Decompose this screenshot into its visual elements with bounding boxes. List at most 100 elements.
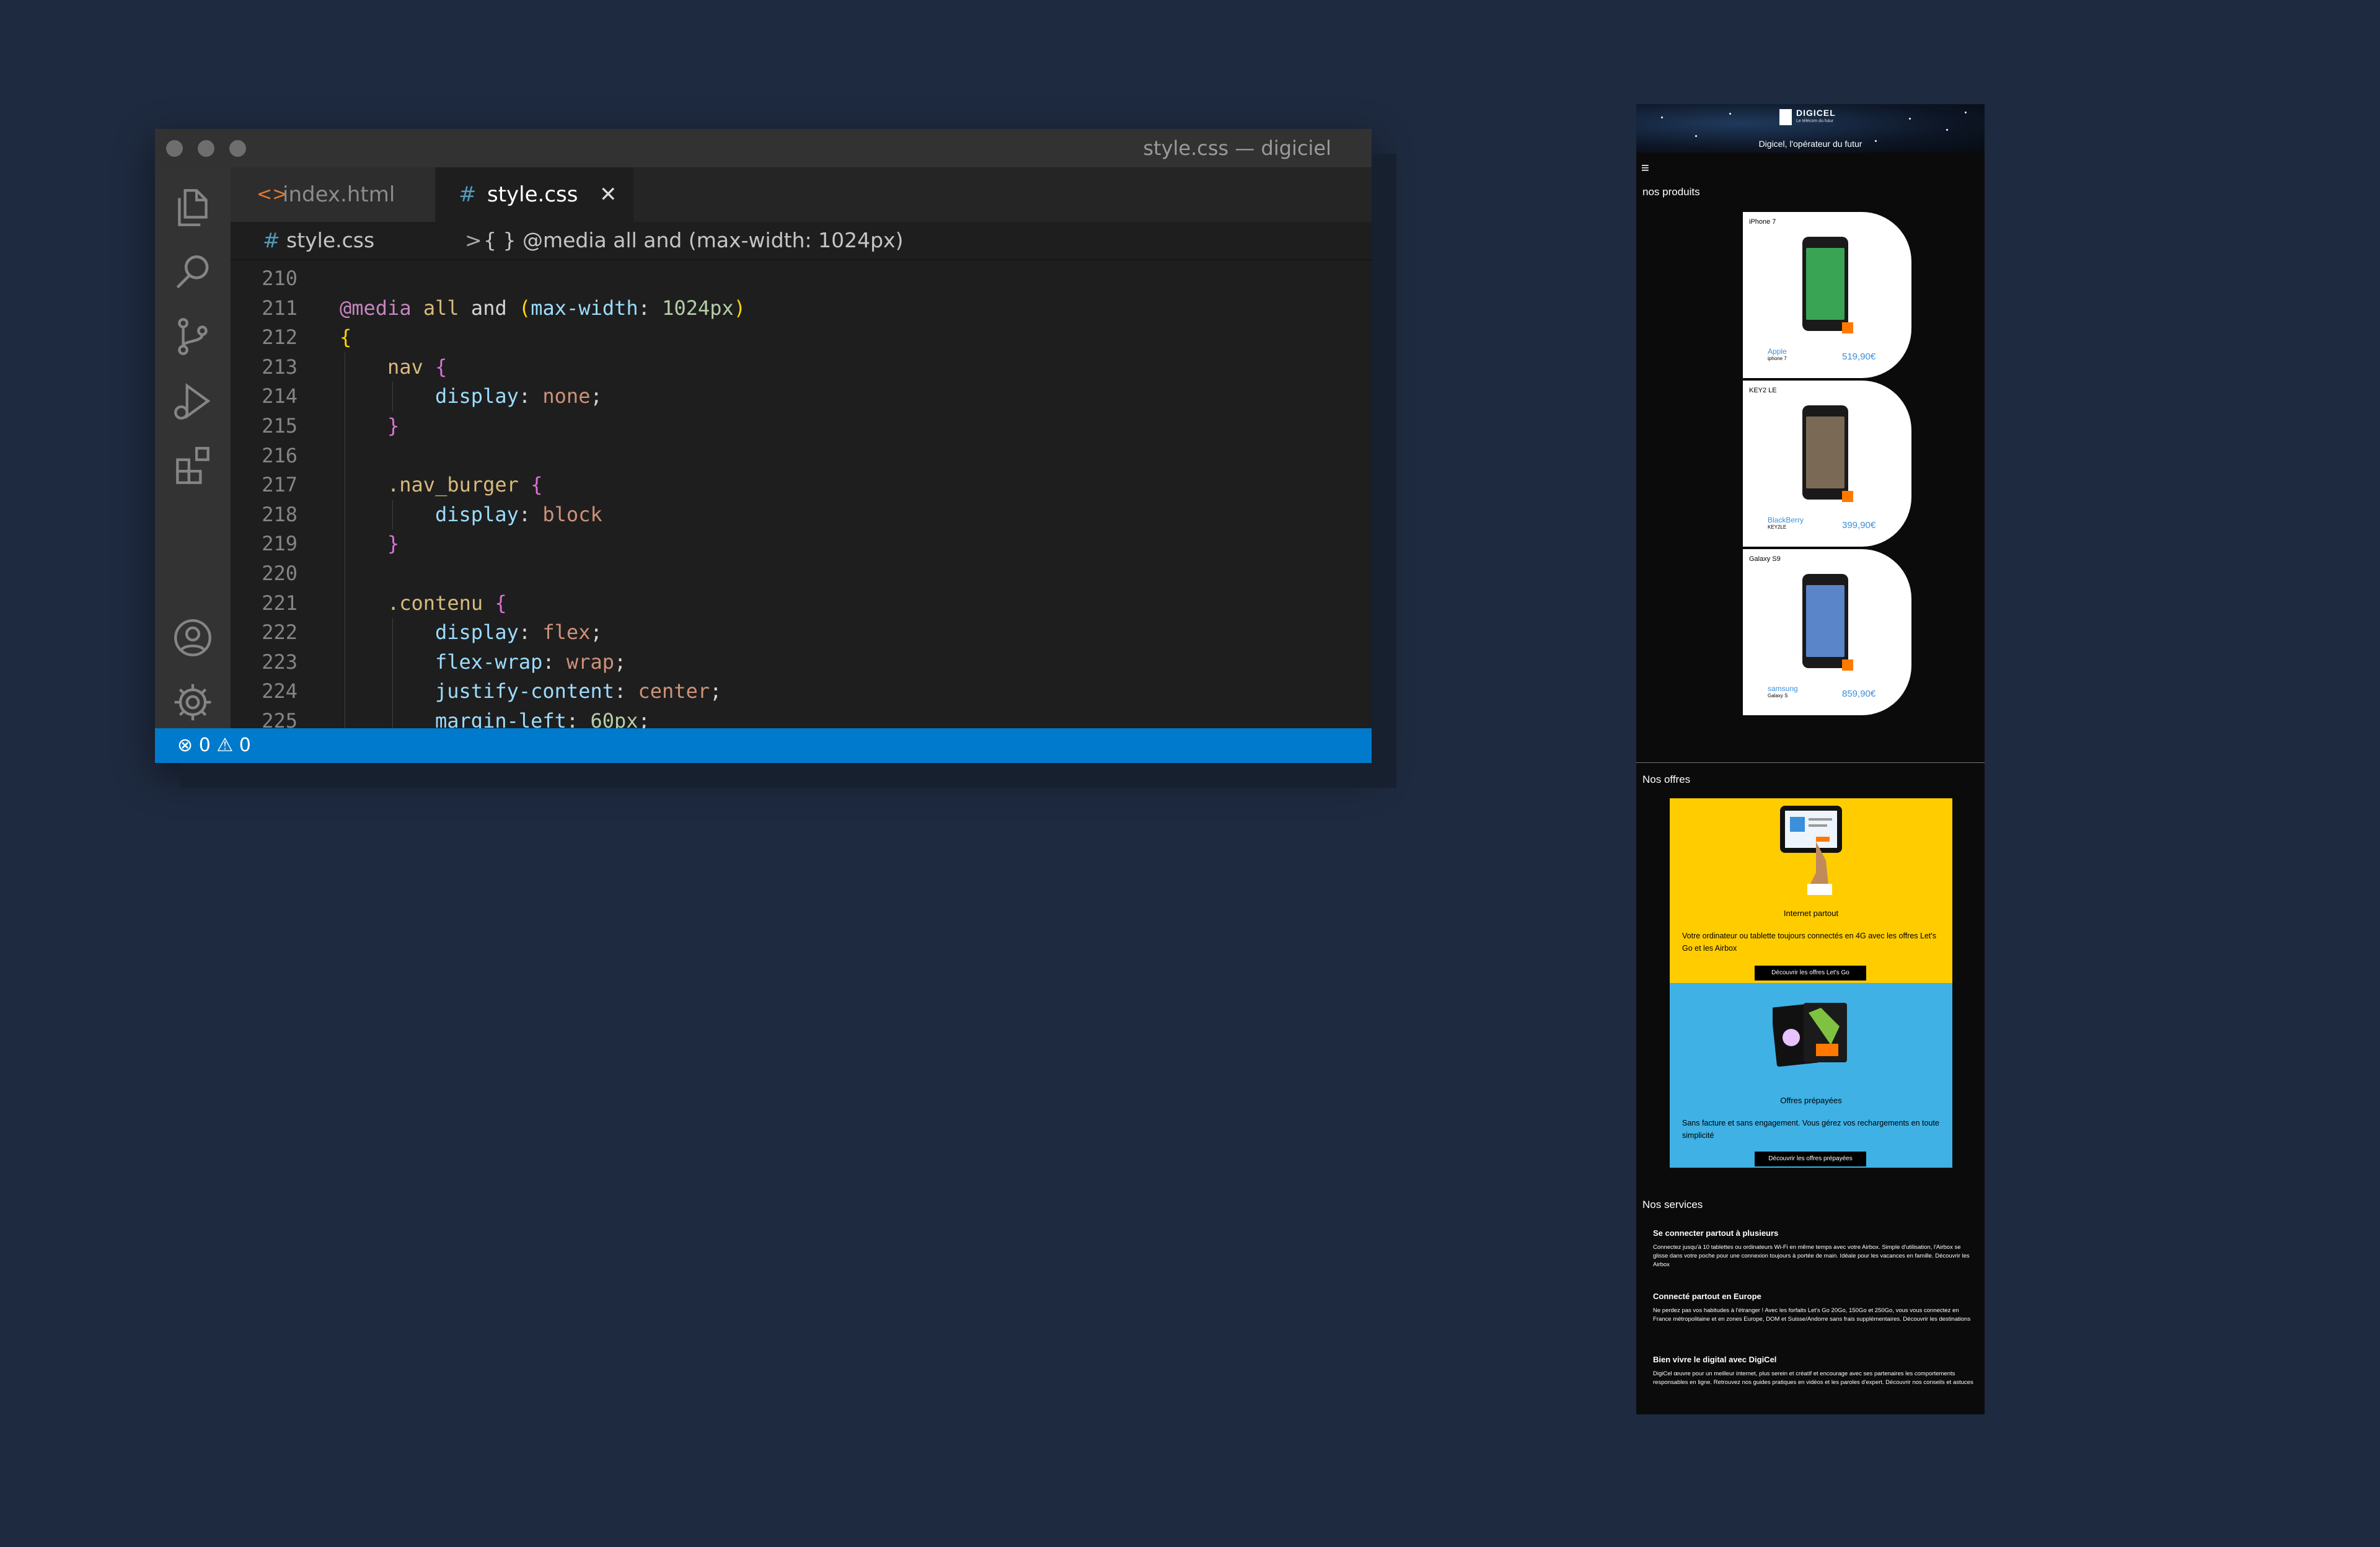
code-line[interactable]: 219} xyxy=(231,529,1372,559)
offer-title: Offres prépayées xyxy=(1780,1096,1842,1105)
explorer-icon[interactable] xyxy=(170,185,216,231)
burger-menu-icon[interactable]: ≡ xyxy=(1641,161,1649,175)
code-line[interactable]: 216 xyxy=(231,441,1372,471)
code-line[interactable]: 212 { xyxy=(231,323,1372,353)
code-token: nav xyxy=(387,355,423,379)
line-number: 219 xyxy=(262,532,298,556)
product-model: KEY2LE xyxy=(1768,524,1787,530)
offer-button-prepaid[interactable]: Découvrir les offres prépayées xyxy=(1755,1152,1866,1166)
line-number: 221 xyxy=(262,591,298,615)
window-title: style.css — digiciel xyxy=(1143,136,1331,160)
code-editor[interactable]: 210 211 @media all and (max-width: 1024px)… xyxy=(231,260,1372,733)
status-bar: ⊗ 0 ⚠ 0 xyxy=(155,728,1372,763)
line-number: 217 xyxy=(262,473,298,497)
code-line[interactable]: 210 xyxy=(231,264,1372,294)
code-line[interactable]: 215} xyxy=(231,412,1372,441)
phone-image xyxy=(1802,574,1853,671)
close-window-button[interactable] xyxy=(166,140,183,157)
products-heading: nos produits xyxy=(1642,186,1700,198)
code-token: justify-content xyxy=(435,679,614,703)
code-line[interactable]: 211 @media all and (max-width: 1024px) xyxy=(231,294,1372,324)
digicel-logo xyxy=(1779,109,1792,125)
product-brand: samsung xyxy=(1768,684,1798,693)
indent-guide xyxy=(392,382,393,412)
code-token: display xyxy=(435,620,519,645)
tab-style-css[interactable]: # style.css ✕ xyxy=(435,167,633,222)
search-icon[interactable] xyxy=(170,249,216,295)
minimize-window-button[interactable] xyxy=(198,140,214,157)
line-number: 220 xyxy=(262,562,298,585)
extensions-icon[interactable] xyxy=(170,443,216,488)
line-number: 223 xyxy=(262,650,298,674)
section-divider xyxy=(1636,762,1985,763)
product-model: iphone 7 xyxy=(1768,356,1787,361)
code-token: ( xyxy=(518,296,531,320)
problems-indicator[interactable]: ⊗ 0 ⚠ 0 xyxy=(177,728,251,763)
mobile-preview: DIGICEL Le télécom du futur Digicel, l'o… xyxy=(1636,104,1985,1414)
code-line[interactable]: 224 justify-content: center; xyxy=(231,677,1372,707)
code-line[interactable]: 217 .nav_burger { xyxy=(231,470,1372,500)
settings-gear-icon[interactable] xyxy=(170,679,216,725)
code-line[interactable]: 218 display: block xyxy=(231,500,1372,530)
code-line[interactable]: 222 display: flex; xyxy=(231,618,1372,648)
account-icon[interactable] xyxy=(170,615,216,661)
source-control-icon[interactable] xyxy=(170,314,216,359)
code-line[interactable]: 213 nav { xyxy=(231,353,1372,382)
close-tab-icon[interactable]: ✕ xyxy=(599,167,617,222)
code-text: flex-wrap: wrap; xyxy=(435,648,626,677)
code-line[interactable]: 221 .contenu { xyxy=(231,589,1372,619)
css-file-icon: # xyxy=(459,182,477,207)
offer-button-lets-go[interactable]: Découvrir les offres Let's Go xyxy=(1755,966,1866,981)
product-card[interactable]: iPhone 7 Apple iphone 7 519,90€ xyxy=(1743,212,1911,378)
offer-description: Sans facture et sans engagement. Vous gé… xyxy=(1682,1119,1939,1140)
indent-guide xyxy=(392,500,393,530)
site-header: DIGICEL Le télécom du futur Digicel, l'o… xyxy=(1636,104,1985,152)
code-token: ; xyxy=(590,620,602,645)
code-line[interactable]: 223 flex-wrap: wrap; xyxy=(231,648,1372,677)
code-line[interactable]: 214 display: none; xyxy=(231,382,1372,412)
code-text: display: none; xyxy=(435,382,602,412)
product-card[interactable]: Galaxy S9 samsung Galaxy S 859,90€ xyxy=(1743,549,1911,715)
site-tagline: Digicel, l'opérateur du futur xyxy=(1758,139,1862,149)
prepaid-card-icon xyxy=(1773,1003,1847,1067)
service-description: DigiCel œuvre pour un meilleur internet,… xyxy=(1653,1370,1973,1386)
code-text: .nav_burger { xyxy=(387,470,542,500)
breadcrumb-file[interactable]: style.css xyxy=(286,222,374,259)
code-token: { xyxy=(495,591,507,615)
code-editor-window: style.css — digiciel <> index.html # sty… xyxy=(155,129,1372,763)
code-token: : xyxy=(518,384,543,408)
maximize-window-button[interactable] xyxy=(229,140,246,157)
breadcrumb-symbol[interactable]: { } @media all and (max-width: 1024px) xyxy=(483,222,903,259)
code-token: : xyxy=(638,296,663,320)
code-token: and xyxy=(470,296,507,320)
code-text: display: block xyxy=(435,500,602,530)
code-token: @media xyxy=(340,296,412,320)
code-token: flex-wrap xyxy=(435,650,543,674)
line-number: 212 xyxy=(262,325,298,350)
phone-image xyxy=(1802,237,1853,333)
code-token: ; xyxy=(590,384,602,408)
offer-card-prepaid: Offres prépayées Sans facture et sans en… xyxy=(1670,983,1952,1168)
service-title: Connecté partout en Europe xyxy=(1653,1292,1761,1301)
code-line[interactable]: 220 xyxy=(231,559,1372,589)
title-bar: style.css — digiciel xyxy=(155,129,1372,167)
code-token: .nav_burger xyxy=(387,473,519,497)
product-name: iPhone 7 xyxy=(1749,218,1776,226)
code-text: } xyxy=(387,529,399,559)
product-card[interactable]: KEY2 LE BlackBerry KEY2LE 399,90€ xyxy=(1743,381,1911,547)
product-brand: Apple xyxy=(1768,347,1787,356)
line-number: 211 xyxy=(262,296,298,320)
run-debug-icon[interactable] xyxy=(170,378,216,424)
code-token: : xyxy=(614,679,638,703)
code-text: justify-content: center; xyxy=(435,677,721,707)
service-description: Ne perdez pas vos habitudes à l'étranger… xyxy=(1653,1307,1971,1323)
phone-screen xyxy=(1806,416,1844,488)
chevron-right-icon: > xyxy=(465,228,482,252)
tab-index-html[interactable]: <> index.html xyxy=(231,167,435,222)
service-description: Connectez jusqu'à 10 tablettes ou ordina… xyxy=(1653,1244,1970,1268)
code-token: } xyxy=(387,532,400,556)
phone-screen xyxy=(1806,585,1844,657)
offers-heading: Nos offres xyxy=(1642,774,1691,785)
editor-tabs: <> index.html # style.css ✕ xyxy=(231,167,1372,222)
warning-count: 0 xyxy=(239,734,251,756)
